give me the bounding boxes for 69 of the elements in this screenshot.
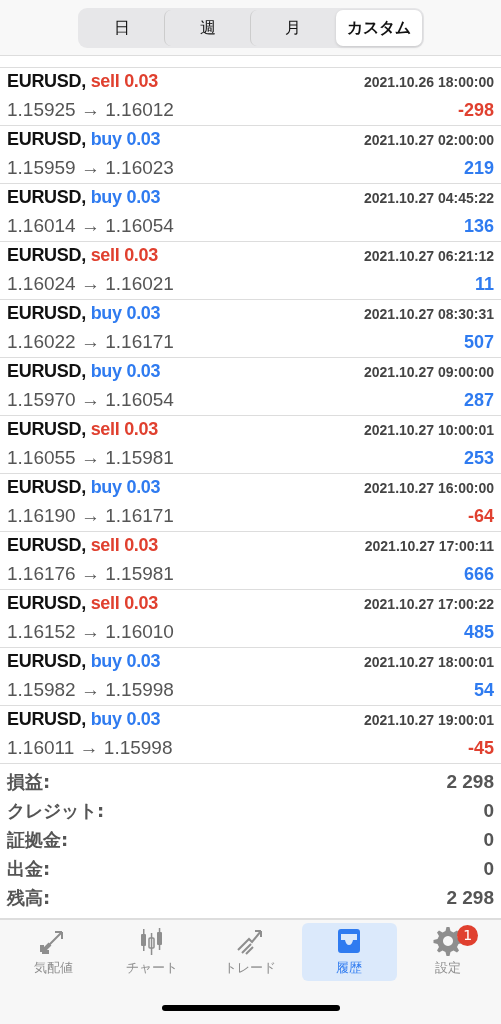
deal-profit: 219 (462, 157, 494, 179)
deal-profit: 253 (462, 447, 494, 469)
deal-profit: 666 (462, 563, 494, 585)
deal-title: EURUSD, buy 0.03 (7, 651, 162, 673)
deal-title: EURUSD, sell 0.03 (7, 71, 159, 93)
deal-prices: 1.16022 → 1.16171 (7, 331, 175, 354)
deal-title: EURUSD, buy 0.03 (7, 129, 162, 151)
deal-title: EURUSD, buy 0.03 (7, 361, 162, 383)
deal-time: 2021.10.27 08:30:31 (364, 305, 494, 322)
summary-value: 0 (483, 858, 494, 881)
deal-prices: 1.15982 → 1.15998 (7, 679, 175, 702)
summary-label: 出金: (7, 857, 51, 882)
summary-value: 2 298 (446, 771, 494, 794)
deal-title: EURUSD, buy 0.03 (7, 709, 162, 731)
deal-prices: 1.16190 → 1.16171 (7, 505, 175, 528)
deal-prices: 1.16176 → 1.15981 (7, 563, 175, 586)
deal-title: EURUSD, buy 0.03 (7, 303, 162, 325)
deal-prices: 1.16011 → 1.15998 (7, 737, 174, 760)
period-tab[interactable]: カスタム (335, 10, 422, 46)
summary-label: 残高: (7, 886, 51, 911)
deal-profit: -64 (467, 505, 494, 527)
summary-value: 0 (483, 829, 494, 852)
summary-label: 証拠金: (7, 828, 69, 853)
notification-badge: 1 (457, 924, 479, 946)
period-tab[interactable]: 週 (164, 10, 250, 46)
deal-time: 2021.10.27 10:00:01 (364, 421, 494, 438)
deal-title: EURUSD, buy 0.03 (7, 477, 162, 499)
deal-time: 2021.10.27 17:00:11 (364, 537, 494, 554)
deal-profit: 485 (462, 621, 494, 643)
deal-title: EURUSD, sell 0.03 (7, 593, 159, 615)
deal-prices: 1.15959 → 1.16023 (7, 157, 175, 180)
deal-prices: 1.15925 → 1.16012 (7, 99, 175, 122)
deal-time: 2021.10.27 02:00:00 (364, 131, 494, 148)
deal-prices: 1.16152 → 1.16010 (7, 621, 175, 644)
period-tab[interactable]: 日 (79, 10, 165, 46)
deal-profit: 11 (473, 273, 494, 295)
deal-title: EURUSD, sell 0.03 (7, 419, 159, 441)
deal-time: 2021.10.27 06:21:12 (364, 247, 494, 264)
summary-label: クレジット: (7, 799, 105, 824)
tab-bar-item[interactable]: チャート (104, 922, 200, 981)
deal-time: 2021.10.27 09:00:00 (364, 363, 494, 380)
deal-profit: 54 (472, 679, 494, 701)
gear-icon (432, 926, 463, 957)
deal-profit: 507 (462, 331, 494, 353)
deal-time: 2021.10.26 18:00:00 (364, 73, 494, 90)
deal-title: EURUSD, buy 0.03 (7, 187, 162, 209)
deal-profit: -298 (456, 99, 494, 121)
deal-profit: 287 (462, 389, 494, 411)
deal-prices: 1.16024 → 1.16021 (7, 273, 175, 296)
tab-bar-item[interactable]: 気配値 (5, 922, 101, 981)
period-tab[interactable]: 月 (250, 10, 336, 46)
deal-time: 2021.10.27 18:00:01 (364, 653, 494, 670)
deal-time: 2021.10.27 17:00:22 (364, 595, 494, 612)
tab-bar-item[interactable]: 設定 1 (400, 922, 496, 981)
deal-profit: 136 (462, 215, 494, 237)
deal-profit: -45 (467, 737, 494, 759)
deal-time: 2021.10.27 19:00:01 (364, 711, 494, 728)
summary-value: 2 298 (446, 887, 494, 910)
deal-time: 2021.10.27 16:00:00 (364, 479, 494, 496)
tab-bar-item[interactable]: 履歴 (301, 922, 397, 981)
deal-time: 2021.10.27 04:45:22 (364, 189, 494, 206)
tab-bar-item[interactable]: トレード (203, 922, 298, 981)
deal-prices: 1.16014 → 1.16054 (7, 215, 175, 238)
deal-title: EURUSD, sell 0.03 (7, 535, 159, 557)
deal-prices: 1.16055 → 1.15981 (7, 447, 175, 470)
deal-prices: 1.15970 → 1.16054 (7, 389, 175, 412)
summary-value: 0 (483, 800, 494, 823)
deal-title: EURUSD, sell 0.03 (7, 245, 159, 267)
summary-label: 損益: (7, 770, 51, 795)
